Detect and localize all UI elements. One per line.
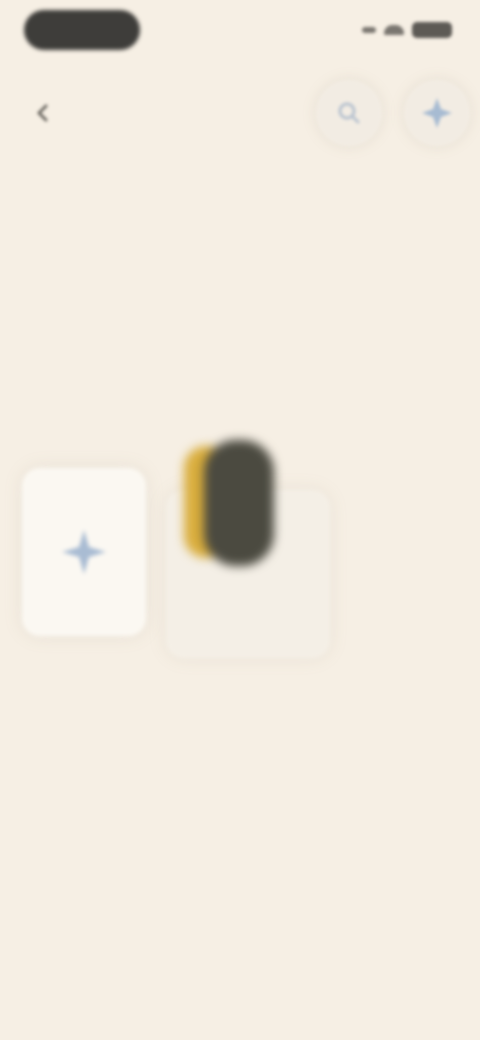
- battery-icon: [412, 22, 452, 38]
- status-icons: [362, 20, 452, 40]
- dynamic-island: [24, 10, 140, 50]
- product-image: [184, 440, 274, 566]
- plus-sparkle-icon: [62, 530, 106, 574]
- chevron-left-icon: [37, 104, 48, 122]
- sparkle-icon: [422, 98, 452, 128]
- add-item-card[interactable]: [22, 468, 146, 636]
- back-button[interactable]: [26, 96, 60, 130]
- sparkle-button[interactable]: [404, 80, 470, 146]
- search-icon: [338, 102, 360, 124]
- product-card[interactable]: [164, 426, 332, 658]
- signal-icon: [362, 27, 376, 33]
- wifi-icon: [384, 25, 404, 35]
- search-button[interactable]: [316, 80, 382, 146]
- status-bar: [0, 0, 480, 60]
